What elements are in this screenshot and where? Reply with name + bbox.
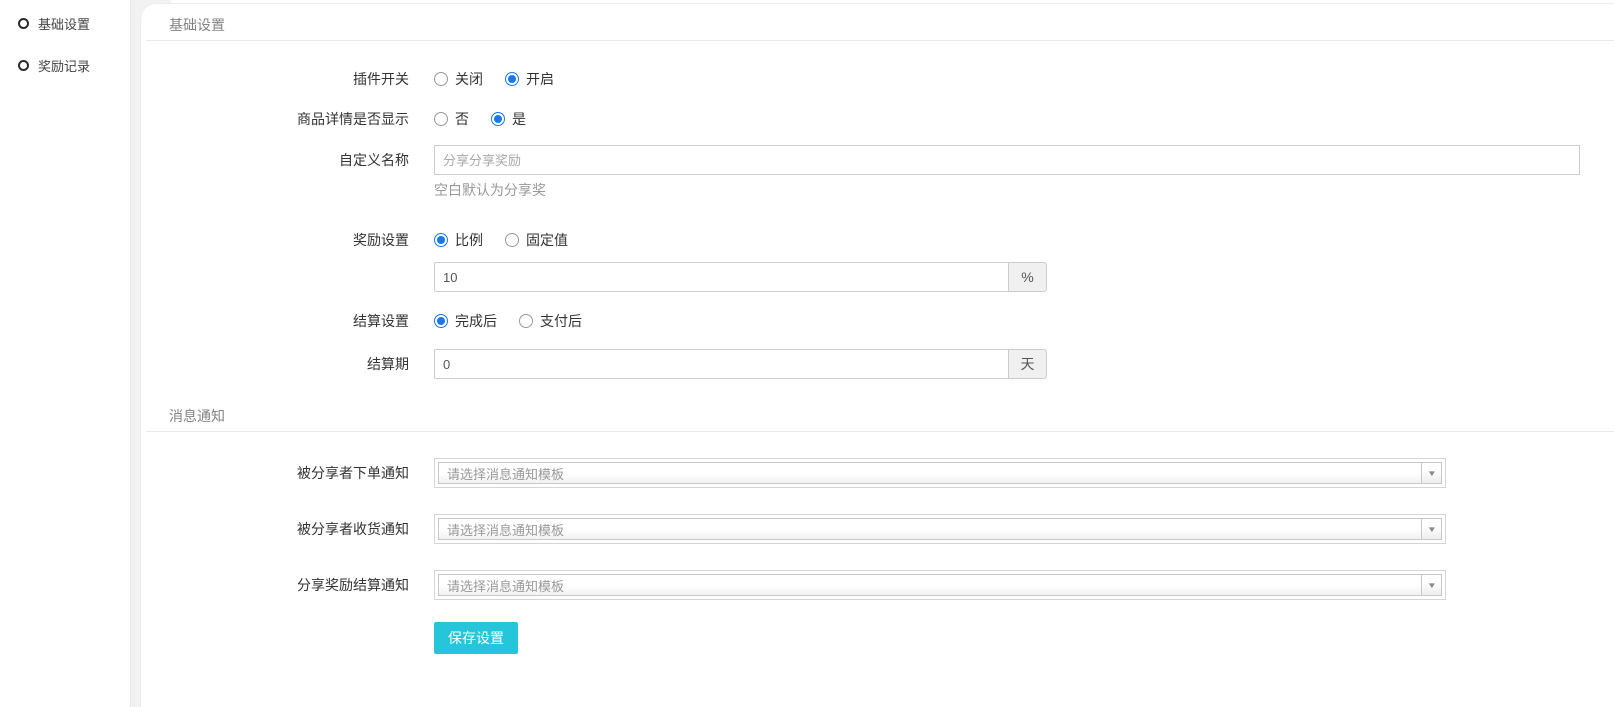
- detail-display-radio-group: 否 是: [434, 103, 526, 135]
- radio-option-ratio[interactable]: 比例: [434, 230, 483, 250]
- field-label: 分享奖励结算通知: [141, 570, 409, 600]
- settle-period-input[interactable]: [434, 349, 1009, 379]
- field-label: 被分享者下单通知: [141, 458, 409, 488]
- radio-option-off[interactable]: 关闭: [434, 69, 483, 89]
- row-reward-value: %: [141, 262, 1614, 292]
- radio-option-after-complete[interactable]: 完成后: [434, 311, 497, 331]
- radio-icon: [505, 72, 519, 86]
- sidebar-item-basic-settings[interactable]: 基础设置: [0, 14, 130, 32]
- reward-value-input[interactable]: [434, 262, 1009, 292]
- row-detail-display: 商品详情是否显示 否 是: [141, 103, 1614, 135]
- field-label: 奖励设置: [141, 230, 409, 250]
- sidebar-item-label: 基础设置: [38, 14, 90, 33]
- custom-name-field-wrap: 空白默认为分享奖: [434, 145, 1580, 200]
- sidebar-item-reward-records[interactable]: 奖励记录: [0, 56, 130, 74]
- section-divider: [146, 431, 1614, 432]
- field-label: 商品详情是否显示: [141, 109, 409, 129]
- section-title-basic: 基础设置: [141, 4, 1614, 40]
- sidebar: 基础设置 奖励记录: [0, 0, 131, 707]
- row-custom-name: 自定义名称 空白默认为分享奖: [141, 145, 1614, 200]
- row-order-notify: 被分享者下单通知 请选择消息通知模板 ▼: [141, 458, 1614, 488]
- settle-setting-radio-group: 完成后 支付后: [434, 305, 582, 337]
- select-placeholder: 请选择消息通知模板: [439, 464, 1421, 483]
- radio-icon: [434, 233, 448, 247]
- order-notify-select[interactable]: 请选择消息通知模板 ▼: [434, 458, 1446, 488]
- field-label: 插件开关: [141, 69, 409, 89]
- settle-notify-select[interactable]: 请选择消息通知模板 ▼: [434, 570, 1446, 600]
- reward-setting-radio-group: 比例 固定值: [434, 224, 568, 256]
- radio-label: 固定值: [526, 230, 568, 250]
- radio-icon: [434, 72, 448, 86]
- section-divider: [146, 40, 1614, 41]
- radio-option-after-pay[interactable]: 支付后: [519, 311, 582, 331]
- radio-option-yes[interactable]: 是: [491, 109, 526, 129]
- circle-icon: [18, 60, 29, 71]
- field-label: 结算期: [141, 349, 409, 379]
- row-settle-notify: 分享奖励结算通知 请选择消息通知模板 ▼: [141, 570, 1614, 600]
- radio-icon: [505, 233, 519, 247]
- save-settings-button[interactable]: 保存设置: [434, 622, 518, 654]
- days-addon: 天: [1008, 349, 1047, 379]
- row-receive-notify: 被分享者收货通知 请选择消息通知模板 ▼: [141, 514, 1614, 544]
- radio-icon: [519, 314, 533, 328]
- radio-label: 关闭: [455, 69, 483, 89]
- field-label: 结算设置: [141, 311, 409, 331]
- chevron-down-icon: ▼: [1421, 519, 1441, 539]
- radio-label: 否: [455, 109, 469, 129]
- reward-value-group: %: [434, 262, 1047, 292]
- select-inner: 请选择消息通知模板 ▼: [438, 462, 1442, 484]
- custom-name-input[interactable]: [434, 145, 1580, 175]
- sidebar-item-label: 奖励记录: [38, 56, 90, 75]
- custom-name-helper-text: 空白默认为分享奖: [434, 180, 1580, 200]
- circle-icon: [18, 18, 29, 29]
- percent-addon: %: [1008, 262, 1047, 292]
- row-save: 保存设置: [141, 622, 1614, 654]
- select-inner: 请选择消息通知模板 ▼: [438, 574, 1442, 596]
- radio-label: 比例: [455, 230, 483, 250]
- field-label: 被分享者收货通知: [141, 514, 409, 544]
- select-placeholder: 请选择消息通知模板: [439, 576, 1421, 595]
- radio-label: 开启: [526, 69, 554, 89]
- main-panel: 基础设置 插件开关 关闭 开启 商品详情是否显示 否 是: [140, 3, 1614, 707]
- radio-icon: [434, 112, 448, 126]
- select-placeholder: 请选择消息通知模板: [439, 520, 1421, 539]
- plugin-switch-radio-group: 关闭 开启: [434, 63, 554, 95]
- radio-option-no[interactable]: 否: [434, 109, 469, 129]
- row-settle-period: 结算期 天: [141, 349, 1614, 379]
- chevron-down-icon: ▼: [1421, 575, 1441, 595]
- row-settle-setting: 结算设置 完成后 支付后: [141, 305, 1614, 337]
- row-plugin-switch: 插件开关 关闭 开启: [141, 63, 1614, 95]
- radio-label: 是: [512, 109, 526, 129]
- field-label: 自定义名称: [141, 145, 409, 175]
- receive-notify-select[interactable]: 请选择消息通知模板 ▼: [434, 514, 1446, 544]
- section-title-notify: 消息通知: [141, 379, 1614, 431]
- radio-option-on[interactable]: 开启: [505, 69, 554, 89]
- row-reward-setting: 奖励设置 比例 固定值: [141, 224, 1614, 256]
- radio-option-fixed[interactable]: 固定值: [505, 230, 568, 250]
- radio-label: 支付后: [540, 311, 582, 331]
- settle-period-group: 天: [434, 349, 1047, 379]
- radio-icon: [491, 112, 505, 126]
- chevron-down-icon: ▼: [1421, 463, 1441, 483]
- radio-label: 完成后: [455, 311, 497, 331]
- select-inner: 请选择消息通知模板 ▼: [438, 518, 1442, 540]
- radio-icon: [434, 314, 448, 328]
